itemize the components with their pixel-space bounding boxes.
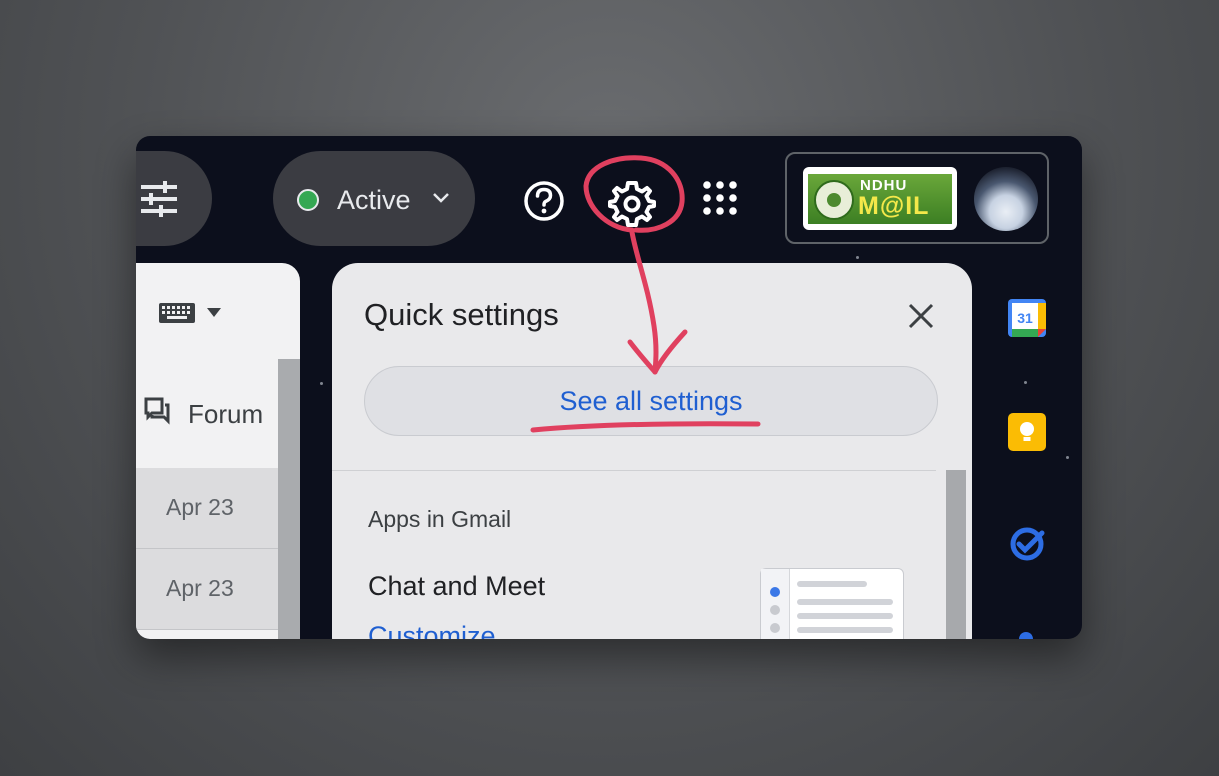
gmail-window: Active NDHU M@IL Forum Apr 23 Apr 23 Qui… xyxy=(136,136,1082,639)
highlight-circle xyxy=(583,155,685,233)
annotation-overlay xyxy=(530,155,761,433)
underline-stroke xyxy=(530,421,761,433)
